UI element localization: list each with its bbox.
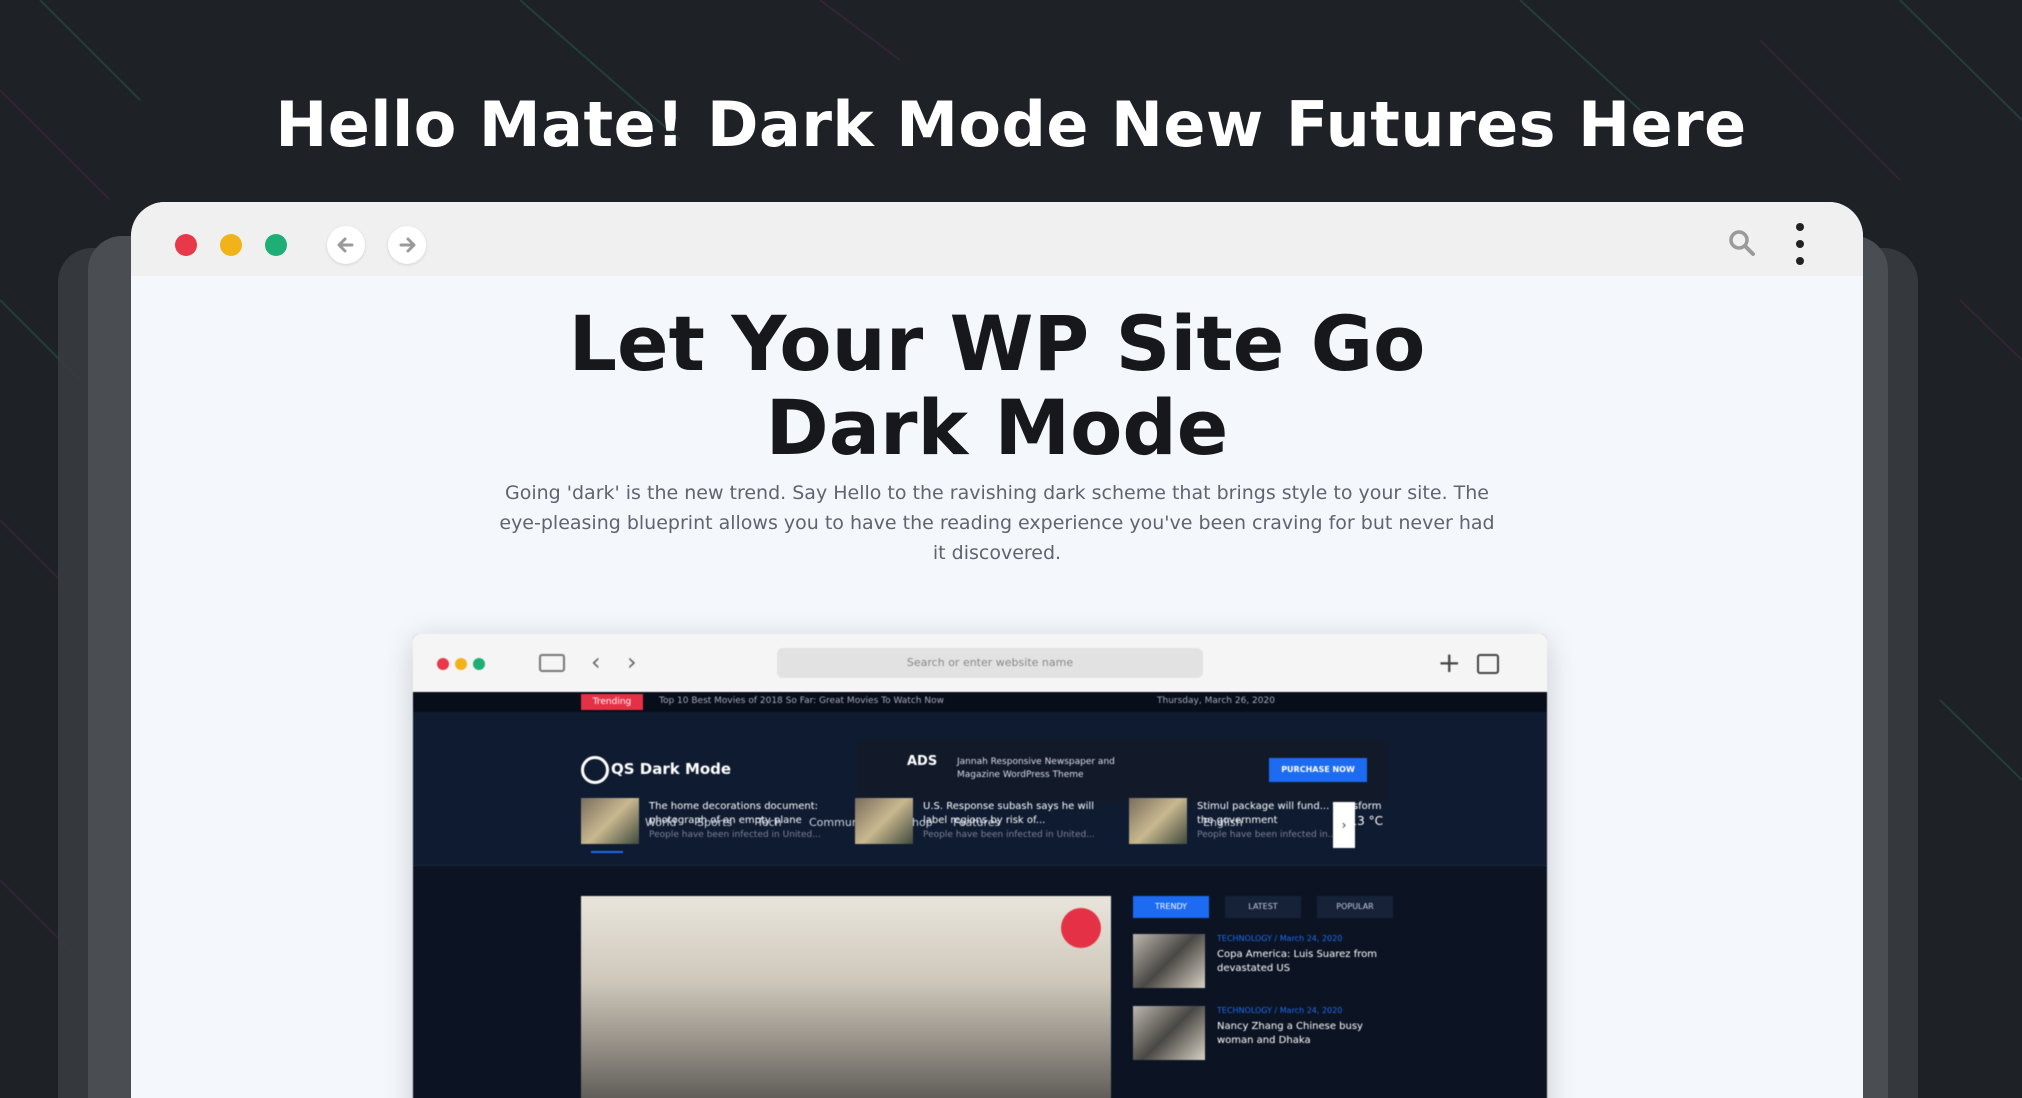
search-icon[interactable] xyxy=(1727,228,1757,258)
forward-button[interactable] xyxy=(388,226,426,264)
strip-meta: People have been infected in United... xyxy=(649,830,821,840)
close-window-dot[interactable] xyxy=(175,234,197,256)
image-badge-icon xyxy=(1061,908,1101,948)
preview-maximize-dot xyxy=(473,658,485,670)
preview-headline-strip: The home decorations document: photograp… xyxy=(581,796,1393,848)
preview-site-header: QS Dark Mode ADS Jannah Responsive Newsp… xyxy=(413,712,1547,804)
back-arrow-icon xyxy=(337,237,354,253)
browser-window: Let Your WP Site Go Dark Mode Going 'dar… xyxy=(131,202,1863,1098)
preview-top-strip: Trending Top 10 Best Movies of 2018 So F… xyxy=(413,692,1547,712)
minimize-window-dot[interactable] xyxy=(220,234,242,256)
site-logo-icon xyxy=(581,756,609,784)
strip-title: Stimul package will fund... transform th… xyxy=(1197,801,1382,826)
preview-close-dot xyxy=(437,658,449,670)
back-button[interactable] xyxy=(327,226,365,264)
tab-popular: POPULAR xyxy=(1317,896,1393,918)
browser-toolbar xyxy=(131,202,1863,276)
maximize-window-dot[interactable] xyxy=(265,234,287,256)
strip-item: The home decorations document: photograp… xyxy=(581,796,841,848)
side-post: TECHNOLOGY / March 24, 2020 Nancy Zhang … xyxy=(1133,1006,1393,1064)
chevron-left-icon: ‹ xyxy=(591,648,601,676)
ads-text: Jannah Responsive Newspaper and Magazine… xyxy=(957,757,1115,780)
ads-label: ADS xyxy=(907,754,938,769)
strip-meta: People have been infected in United... xyxy=(923,830,1095,840)
strip-thumbnail xyxy=(581,798,639,844)
preview-url-bar: Search or enter website name xyxy=(777,648,1203,678)
strip-item: U.S. Response subash says he will label … xyxy=(855,796,1115,848)
strip-title: U.S. Response subash says he will label … xyxy=(923,801,1094,826)
hero-title: Let Your WP Site Go Dark Mode xyxy=(568,299,1426,472)
forward-arrow-icon xyxy=(399,237,416,253)
tab-trendy: TRENDY xyxy=(1133,896,1209,918)
hero-description: Going 'dark' is the new trend. Say Hello… xyxy=(499,482,1495,564)
tab-latest: LATEST xyxy=(1225,896,1301,918)
page-headline: Hello Mate! Dark Mode New Futures Here xyxy=(275,88,1747,161)
featured-image xyxy=(581,896,1111,1098)
strip-next-arrow-icon: › xyxy=(1333,802,1355,848)
preview-minimize-dot xyxy=(455,658,467,670)
strip-thumbnail xyxy=(855,798,913,844)
tabs-icon xyxy=(1477,654,1499,674)
preview-screenshot: ‹ › Search or enter website name + Trend… xyxy=(413,634,1547,1098)
strip-thumbnail xyxy=(1129,798,1187,844)
date-text: Thursday, March 26, 2020 xyxy=(1157,696,1275,706)
sidebar-toggle-icon xyxy=(539,654,565,672)
trending-tag: Trending xyxy=(581,694,643,710)
side-post-category: TECHNOLOGY / March 24, 2020 xyxy=(1217,1006,1343,1015)
side-post: TECHNOLOGY / March 24, 2020 Copa America… xyxy=(1133,934,1393,992)
side-post-thumbnail xyxy=(1133,1006,1205,1060)
preview-browser-bar: ‹ › Search or enter website name + xyxy=(413,634,1547,692)
strip-title: The home decorations document: photograp… xyxy=(649,801,819,826)
chevron-right-icon: › xyxy=(627,648,637,676)
side-post-category: TECHNOLOGY / March 24, 2020 xyxy=(1217,934,1343,943)
plus-icon: + xyxy=(1437,646,1461,679)
strip-meta: People have been infected in... xyxy=(1197,830,1337,840)
side-post-thumbnail xyxy=(1133,934,1205,988)
site-logo-text: QS Dark Mode xyxy=(611,760,732,778)
more-vertical-icon[interactable] xyxy=(1795,222,1805,266)
ads-purchase-button: PURCHASE NOW xyxy=(1269,758,1367,782)
ads-banner: ADS Jannah Responsive Newspaper and Maga… xyxy=(857,740,1387,802)
side-post-title: Copa America: Luis Suarez from devastate… xyxy=(1217,949,1378,974)
trending-text: Top 10 Best Movies of 2018 So Far: Great… xyxy=(659,696,944,706)
side-post-title: Nancy Zhang a Chinese busy woman and Dha… xyxy=(1217,1021,1363,1046)
